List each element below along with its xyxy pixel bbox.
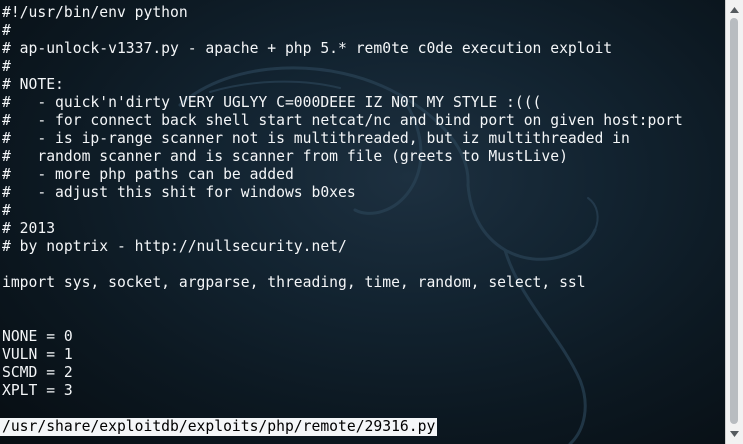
code-line: # - quick'n'dirty VERY UGLYY C=000DEEE I… xyxy=(2,94,542,111)
code-line: # - adjust this shit for windows b0xes xyxy=(2,184,356,201)
code-line: SCMD = 2 xyxy=(2,364,73,381)
code-line: import sys, socket, argparse, threading,… xyxy=(2,274,586,291)
arrow-down-icon[interactable] xyxy=(726,426,743,442)
arrow-up-icon[interactable] xyxy=(726,2,743,18)
code-line: # - for connect back shell start netcat/… xyxy=(2,112,683,129)
code-line: VULN = 1 xyxy=(2,346,73,363)
code-line: XPLT = 3 xyxy=(2,382,73,399)
code-line: # ap-unlock-v1337.py - apache + php 5.* … xyxy=(2,40,613,57)
code-line: NONE = 0 xyxy=(2,328,73,345)
status-filename: /usr/share/exploitdb/exploits/php/remote… xyxy=(0,418,438,436)
code-line: # 2013 xyxy=(2,220,56,237)
scrollbar-thumb[interactable] xyxy=(730,18,738,424)
code-line: # - more php paths can be added xyxy=(2,166,294,183)
code-line: # by noptrix - http://nullsecurity.net/ xyxy=(2,238,347,255)
file-content: #!/usr/bin/env python # # ap-unlock-v133… xyxy=(2,4,724,418)
code-line: # NOTE: xyxy=(2,76,64,93)
pager-status-bar: /usr/share/exploitdb/exploits/php/remote… xyxy=(0,418,724,436)
code-line: # - is ip-range scanner not is multithre… xyxy=(2,130,630,147)
code-line: # xyxy=(2,202,11,219)
code-line: # random scanner and is scanner from fil… xyxy=(2,148,568,165)
vertical-scrollbar[interactable] xyxy=(725,0,743,444)
code-line: # xyxy=(2,58,11,75)
code-line: #!/usr/bin/env python xyxy=(2,4,188,21)
code-line: # xyxy=(2,22,11,39)
terminal-window[interactable]: #!/usr/bin/env python # # ap-unlock-v133… xyxy=(0,0,743,444)
